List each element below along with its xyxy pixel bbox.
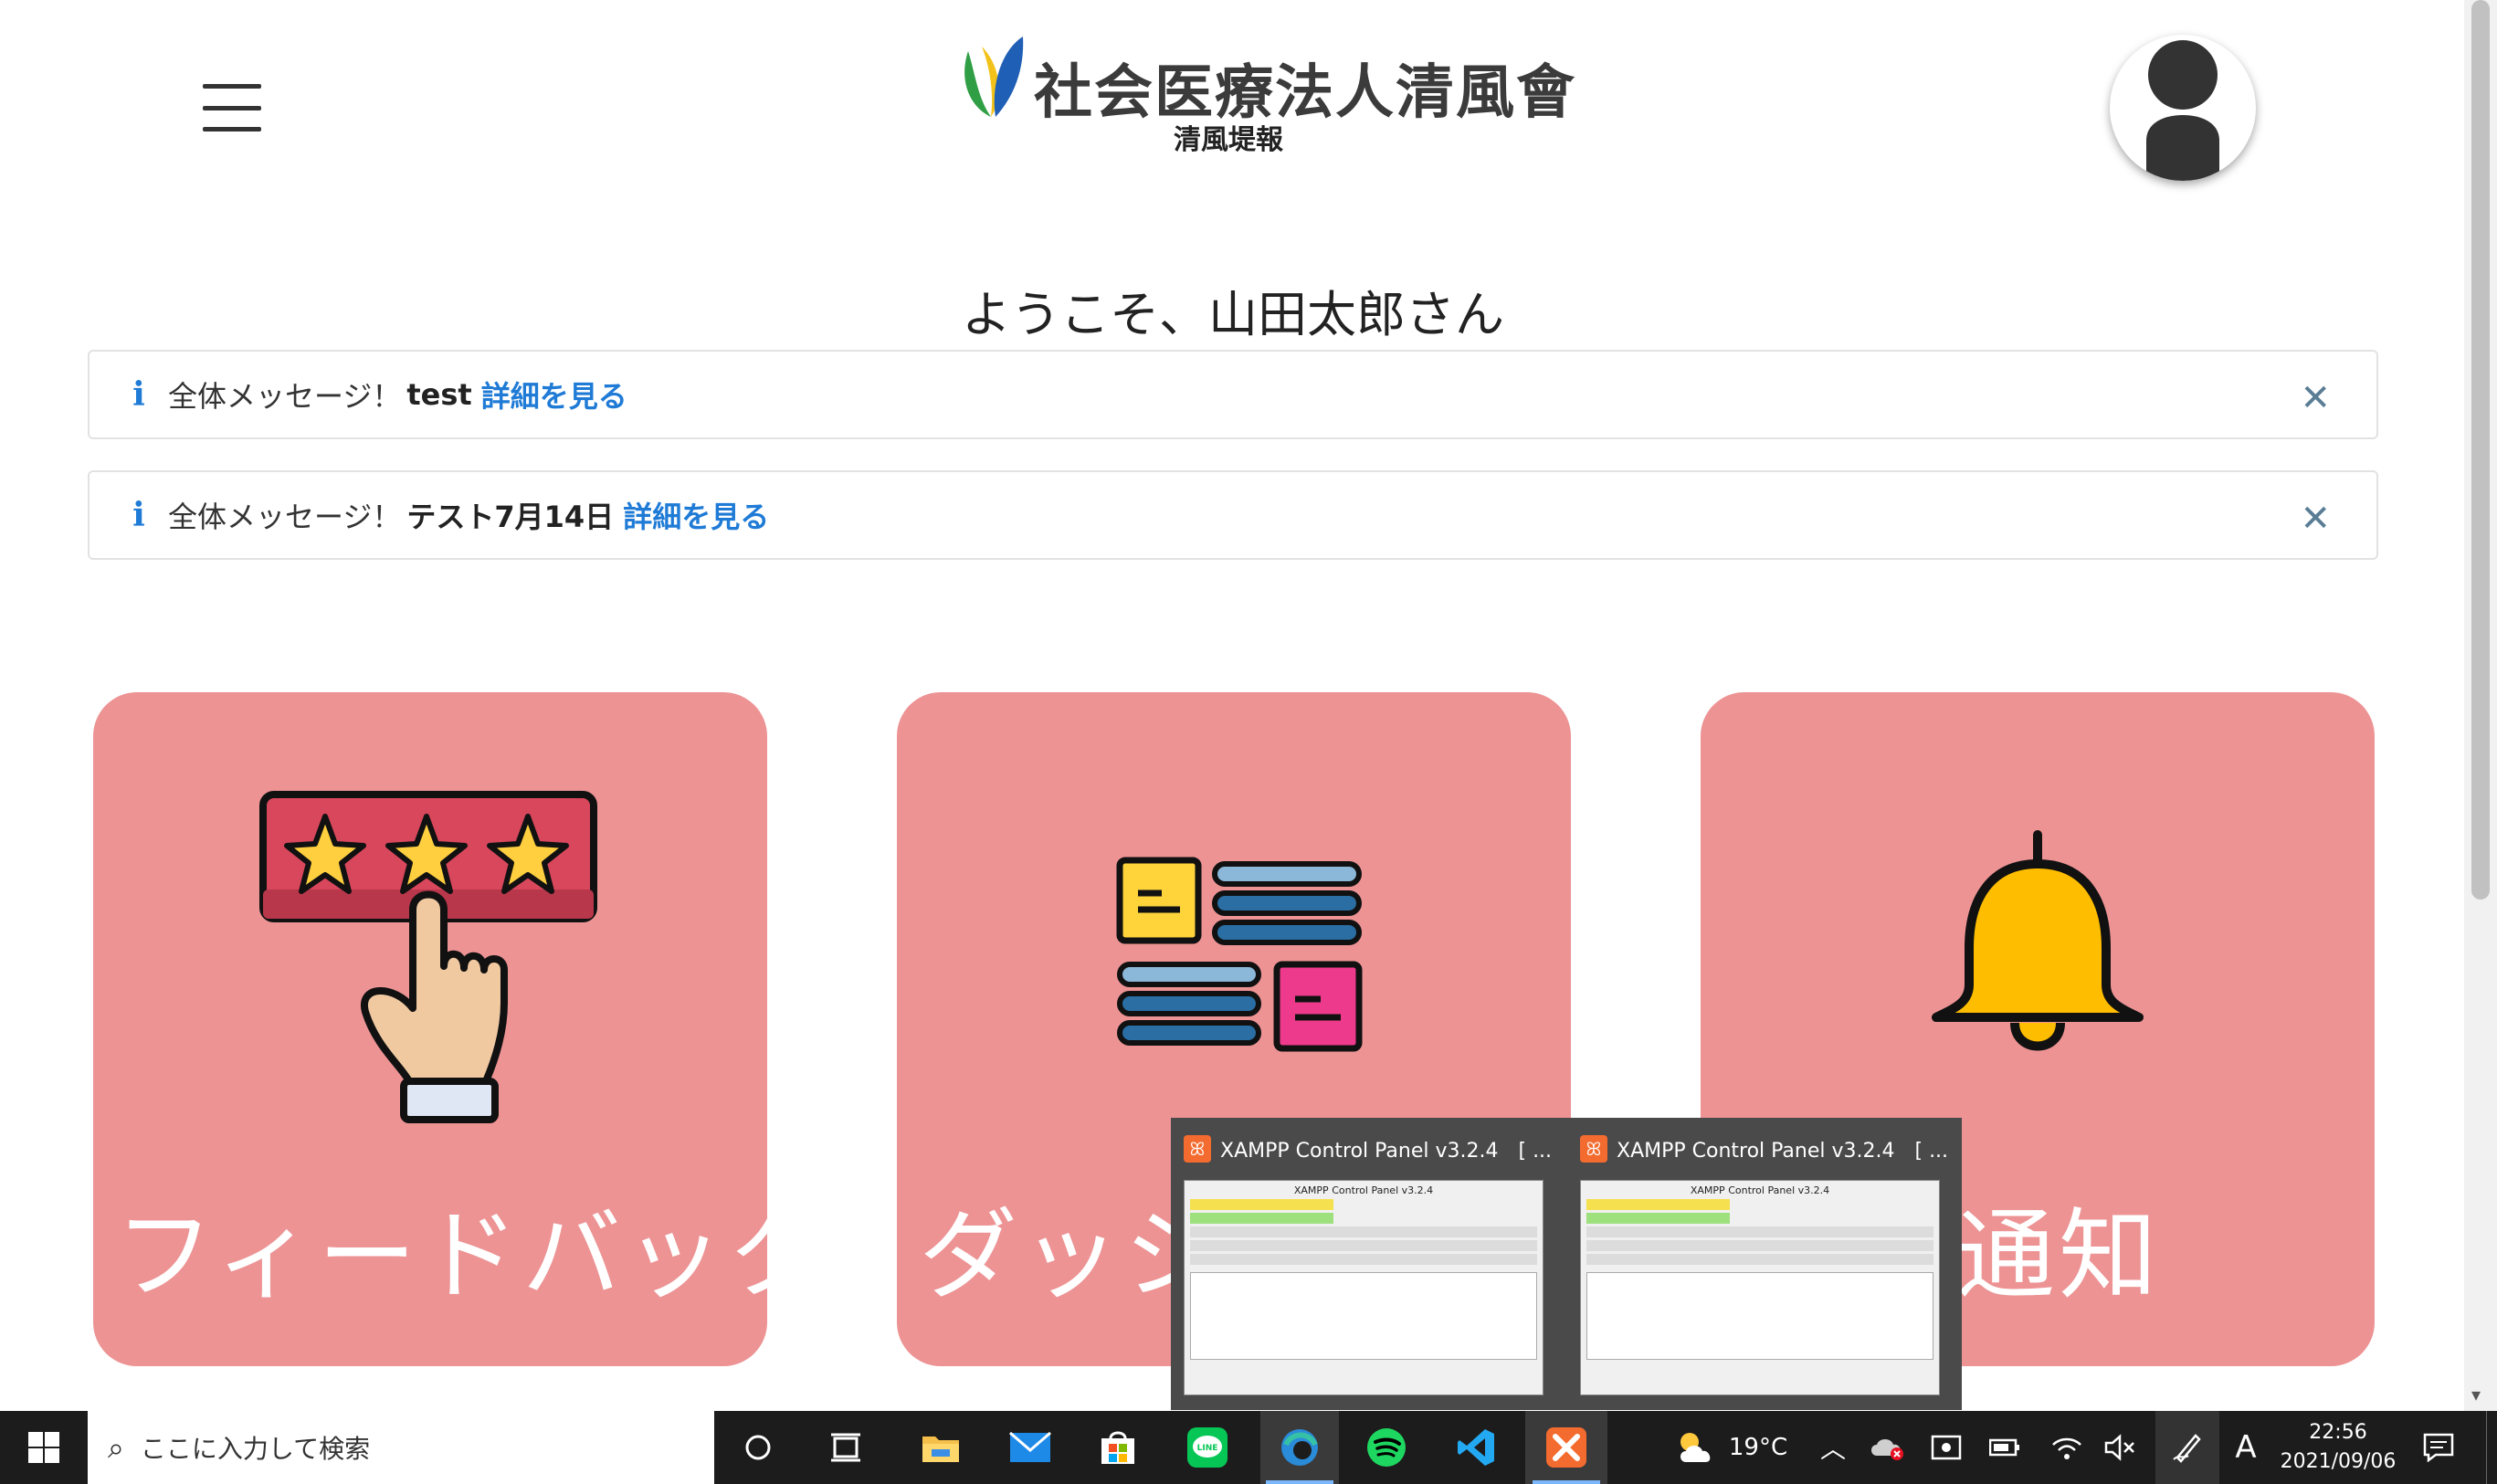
taskbar: ⌕ ここに入力して検索 LINE 19°C ︿ A 22:56 2021/09/… (0, 1411, 2497, 1484)
weather-temperature[interactable]: 19°C (1726, 1411, 1790, 1484)
search-placeholder: ここに入力して検索 (140, 1434, 371, 1464)
thumbnail-inner-title: XAMPP Control Panel v3.2.4 (1690, 1184, 1830, 1196)
speaker-muted-icon[interactable] (2095, 1411, 2144, 1484)
thumbnail-title: XAMPP Control Panel v3.2.4 [ ... (1617, 1140, 1949, 1163)
windows-logo-icon (28, 1432, 59, 1463)
alert-prefix: 全体メッセージ！ (168, 379, 402, 414)
scroll-down-arrow-icon[interactable]: ▾ (2471, 1384, 2481, 1405)
mail-icon[interactable] (994, 1411, 1067, 1484)
onedrive-error-icon[interactable] (1863, 1411, 1912, 1484)
card-feedback[interactable]: フィードバック (93, 692, 767, 1366)
clock-date: 2021/09/06 (2280, 1450, 2397, 1473)
screen-capture-icon[interactable] (1922, 1411, 1971, 1484)
thumbnail-preview: XAMPP Control Panel v3.2.4 (1184, 1180, 1544, 1395)
user-silhouette-icon (2146, 40, 2219, 181)
alert-prefix: 全体メッセージ！ (168, 500, 402, 534)
alert-detail-link[interactable]: 詳細を見る (623, 494, 769, 536)
alert-title: test (406, 377, 472, 412)
xampp-icon: ꕤ (1184, 1135, 1211, 1163)
alert-detail-link[interactable]: 詳細を見る (481, 374, 627, 416)
org-name: 社会医療法人清風會 (1034, 58, 1576, 127)
thumbnail-preview: XAMPP Control Panel v3.2.4 (1580, 1180, 1940, 1395)
vscode-icon[interactable] (1439, 1411, 1512, 1484)
dashboard-notes-icon (1116, 857, 1363, 1052)
alert-title: テスト7月14日 (406, 500, 615, 534)
info-icon: i (132, 496, 145, 534)
window-thumbnail[interactable]: ꕤ XAMPP Control Panel v3.2.4 [ ... XAMPP … (1567, 1131, 1951, 1403)
thumbnail-title: XAMPP Control Panel v3.2.4 [ ... (1220, 1140, 1553, 1163)
ime-indicator[interactable]: A (2225, 1411, 2267, 1484)
page: 社会医療法人清風會 清風堤報 ようこそ、山田太郎さん i 全体メッセージ！ te… (0, 0, 2497, 1411)
wifi-icon[interactable] (2042, 1411, 2091, 1484)
pen-workspace-icon[interactable] (2155, 1411, 2219, 1484)
xampp-taskbar-icon[interactable] (1525, 1411, 1607, 1484)
spotify-icon[interactable] (1350, 1411, 1423, 1484)
bell-icon (1932, 830, 2144, 1051)
clock[interactable]: 22:56 2021/09/06 (2265, 1418, 2411, 1477)
battery-icon[interactable] (1980, 1411, 2029, 1484)
clock-time: 22:56 (2309, 1421, 2367, 1444)
rating-stars-hand-icon (259, 791, 597, 1123)
taskbar-preview-popup: ꕤ XAMPP Control Panel v3.2.4 [ ... XAMPP … (1171, 1118, 1962, 1410)
card-label: フィードバック (115, 1199, 767, 1313)
svg-text:LINE: LINE (1197, 1444, 1218, 1453)
active-app-indicator (1533, 1480, 1600, 1484)
welcome-message: ようこそ、山田太郎さん (962, 286, 1504, 343)
search-icon: ⌕ (108, 1429, 124, 1465)
show-desktop-button[interactable] (2486, 1411, 2497, 1484)
file-explorer-icon[interactable] (904, 1411, 977, 1484)
edge-icon[interactable] (1260, 1411, 1339, 1484)
scrollbar-thumb[interactable] (2471, 0, 2490, 900)
close-icon[interactable]: ✕ (2300, 377, 2331, 419)
hamburger-menu-icon[interactable] (203, 84, 261, 132)
show-hidden-icons-chevron-icon[interactable]: ︿ (1812, 1411, 1854, 1484)
start-button[interactable] (0, 1411, 88, 1484)
window-thumbnail[interactable]: ꕤ XAMPP Control Panel v3.2.4 [ ... XAMPP … (1171, 1131, 1554, 1403)
info-icon: i (132, 375, 145, 414)
logo-leaf-icon (964, 37, 1024, 117)
xampp-icon: ꕤ (1580, 1135, 1607, 1163)
line-icon[interactable]: LINE (1171, 1411, 1244, 1484)
cortana-icon[interactable] (722, 1411, 795, 1484)
site-name: 清風堤報 (1174, 124, 1283, 156)
weather-icon[interactable] (1659, 1411, 1732, 1484)
vertical-scrollbar[interactable]: ▾ (2464, 0, 2497, 1411)
alert-message: i 全体メッセージ！ テスト7月14日 詳細を見る ✕ (88, 470, 2378, 560)
task-view-icon[interactable] (809, 1411, 882, 1484)
card-label: 通知 (1956, 1199, 2162, 1313)
action-center-icon[interactable] (2411, 1411, 2466, 1484)
store-icon[interactable] (1081, 1411, 1154, 1484)
active-app-indicator (1266, 1480, 1333, 1484)
alert-message: i 全体メッセージ！ test 詳細を見る ✕ (88, 350, 2378, 439)
taskbar-search-box[interactable]: ⌕ ここに入力して検索 (88, 1411, 714, 1484)
close-icon[interactable]: ✕ (2300, 498, 2331, 540)
site-logo[interactable]: 社会医療法人清風會 清風堤報 (950, 27, 1575, 156)
user-avatar[interactable] (2110, 35, 2256, 181)
thumbnail-inner-title: XAMPP Control Panel v3.2.4 (1293, 1184, 1434, 1196)
